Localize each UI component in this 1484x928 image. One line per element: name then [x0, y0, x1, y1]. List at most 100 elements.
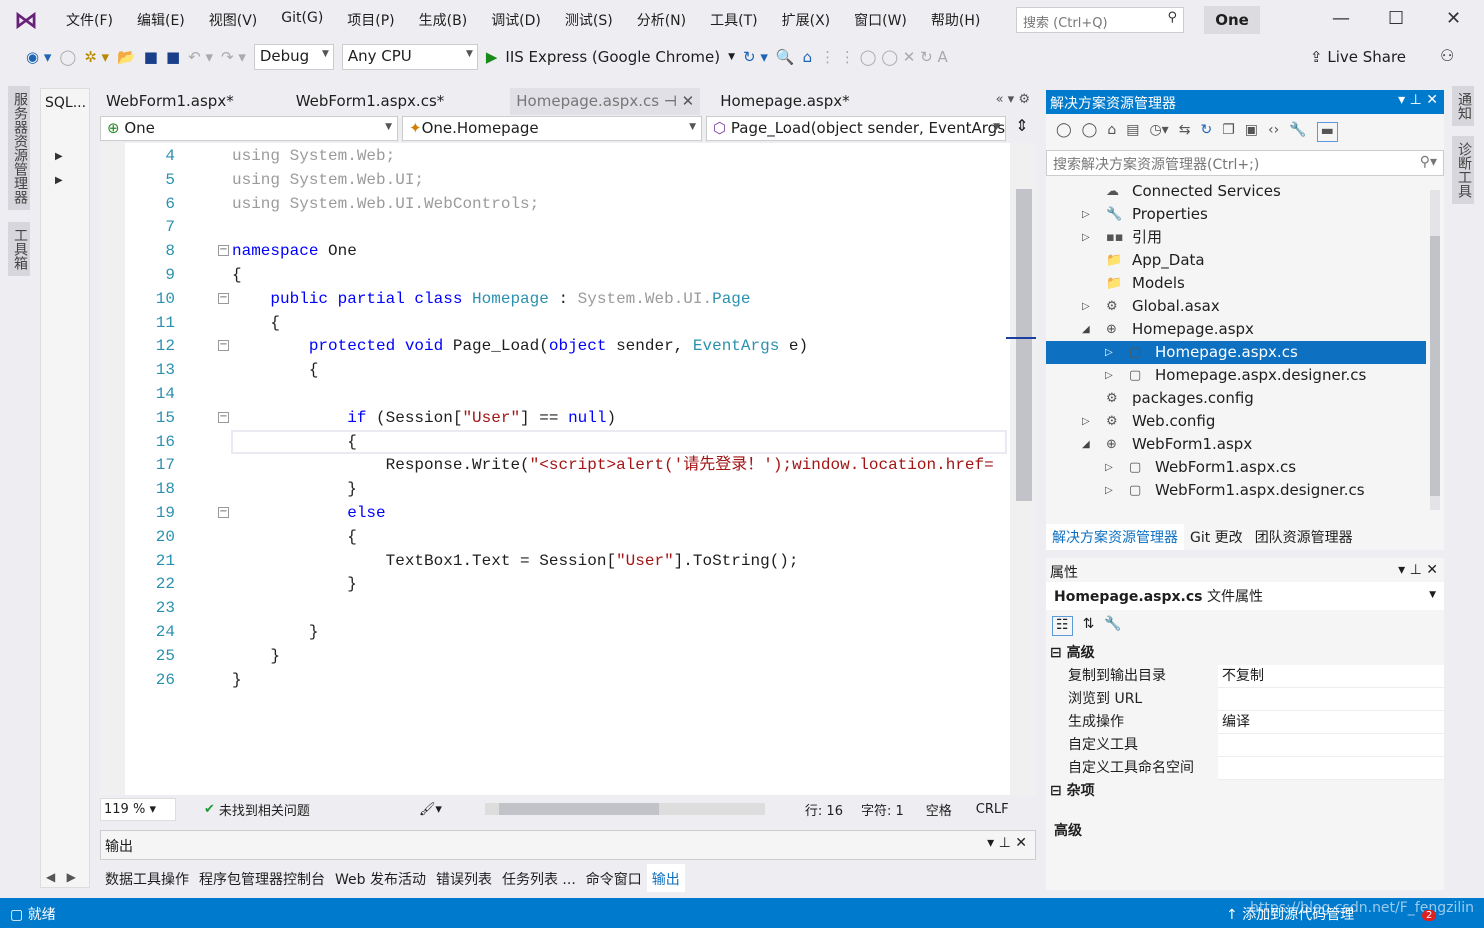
refresh-icon[interactable]: ↻ ▾	[743, 48, 768, 66]
open-file-icon[interactable]: 📂	[117, 48, 136, 66]
brush-icon[interactable]: 🖌▾	[419, 802, 485, 817]
collapsed-arrow-icon[interactable]: ▷	[1105, 364, 1113, 387]
menu-item[interactable]: 编辑(E)	[125, 10, 197, 30]
solution-explorer-tab[interactable]: 解决方案资源管理器	[1046, 524, 1184, 550]
collapsed-arrow-icon[interactable]: ▷	[1082, 203, 1090, 226]
collapse-icon[interactable]: −	[218, 411, 229, 423]
platform-dropdown[interactable]: Any CPU ▼	[341, 44, 478, 70]
tree-item[interactable]: ▷ ⚙ Web.config	[1046, 410, 1426, 433]
switch-views-icon[interactable]: ▤	[1126, 122, 1139, 142]
categorized-icon[interactable]: ☷	[1052, 616, 1073, 636]
menu-item[interactable]: 工具(T)	[698, 10, 769, 30]
tree-item[interactable]: ▷ ⚙ Global.asax	[1046, 295, 1426, 318]
collapse-all-icon[interactable]: ❐	[1222, 122, 1235, 142]
close-window-button[interactable]: ✕	[1446, 8, 1461, 29]
collapsed-arrow-icon[interactable]: ▷	[1082, 295, 1090, 318]
tree-item[interactable]: ◢ ⊕ WebForm1.aspx	[1046, 433, 1426, 456]
properties-object-selector[interactable]: Homepage.aspx.cs 文件属性 ▼	[1046, 582, 1444, 610]
code-area[interactable]: 4 using System.Web; 5 using System.Web.UI; 6…	[100, 143, 1036, 795]
hscroll-thumb[interactable]	[498, 803, 659, 815]
tree-item[interactable]: ⚙ packages.config	[1046, 387, 1426, 410]
back-icon[interactable]: ◉ ▾	[26, 48, 51, 66]
bottom-tab[interactable]: 错误列表	[431, 864, 497, 892]
collapsed-arrow-icon[interactable]: ▷	[1105, 479, 1113, 502]
property-row[interactable]: 自定义工具命名空间	[1046, 757, 1444, 780]
solution-explorer-tab[interactable]: Git 更改	[1184, 524, 1249, 550]
back-icon[interactable]: ◯	[1056, 122, 1072, 142]
panel-controls[interactable]: ▾ ⊥ ✕	[1398, 92, 1438, 108]
pending-changes-icon[interactable]: ◷▾	[1149, 122, 1168, 142]
menu-item[interactable]: 生成(B)	[407, 10, 480, 30]
tab-document[interactable]: Homepage.aspx.cs ⊣ ✕	[510, 88, 701, 115]
property-row[interactable]: 复制到输出目录 不复制	[1046, 665, 1444, 688]
notifications-tab[interactable]: 通知	[1452, 86, 1474, 126]
vertical-scrollbar[interactable]	[1006, 143, 1036, 795]
property-pages-icon[interactable]: 🔧	[1104, 616, 1121, 636]
menu-item[interactable]: 文件(F)	[54, 10, 125, 30]
refresh-icon[interactable]: ↻	[1200, 122, 1212, 142]
menu-item[interactable]: 测试(S)	[553, 10, 625, 30]
collapsed-arrow-icon[interactable]: ▷	[1082, 410, 1090, 433]
expand-icons[interactable]: ▶ ▶	[41, 117, 89, 221]
tree-item[interactable]: ▷ ▢ Homepage.aspx.designer.cs	[1046, 364, 1426, 387]
sync-icon[interactable]: ⇆	[1179, 122, 1191, 142]
minimize-button[interactable]: —	[1332, 8, 1350, 29]
solution-name-badge[interactable]: One	[1204, 6, 1260, 34]
split-editor-icon[interactable]: ⇕	[1010, 116, 1034, 142]
menu-item[interactable]: 扩展(X)	[770, 10, 843, 30]
menu-item[interactable]: Git(G)	[269, 10, 335, 30]
whitespace-indicator[interactable]: 空格	[926, 800, 952, 819]
tree-item[interactable]: 📁 App_Data	[1046, 249, 1426, 272]
menu-item[interactable]: 视图(V)	[197, 10, 270, 30]
menu-item[interactable]: 调试(D)	[479, 10, 553, 30]
property-row[interactable]: 生成操作 编译	[1046, 711, 1444, 734]
feedback-icon[interactable]: ⚇	[1440, 46, 1454, 65]
play-icon[interactable]: ▶	[486, 48, 498, 66]
menu-item[interactable]: 项目(P)	[335, 10, 406, 30]
tree-item[interactable]: 📁 Models	[1046, 272, 1426, 295]
class-dropdown[interactable]: ✦One.Homepage ▼	[402, 116, 702, 141]
property-value[interactable]	[1218, 757, 1444, 780]
collapsed-arrow-icon[interactable]: ▷	[1105, 341, 1113, 364]
tree-item[interactable]: ▷ 🔧 Properties	[1046, 203, 1426, 226]
bottom-tab[interactable]: Web 发布活动	[330, 864, 431, 892]
redo-icon[interactable]: ↷ ▾	[221, 48, 246, 66]
undo-icon[interactable]: ↶ ▾	[188, 48, 213, 66]
save-icon[interactable]: ■	[144, 48, 158, 66]
menu-item[interactable]: 帮助(H)	[919, 10, 992, 30]
search-input[interactable]: 搜索 (Ctrl+Q) ⚲	[1016, 7, 1184, 33]
tab-document[interactable]: WebForm1.aspx.cs*	[290, 88, 451, 115]
maximize-button[interactable]: ☐	[1388, 8, 1404, 29]
view-code-icon[interactable]: ‹›	[1268, 122, 1279, 142]
collapse-icon[interactable]: −	[218, 292, 229, 304]
menu-item[interactable]: 窗口(W)	[842, 10, 919, 30]
browser-link-icon[interactable]: ⌂	[803, 48, 813, 66]
configuration-dropdown[interactable]: Debug ▼	[253, 44, 334, 70]
tab-document[interactable]: Homepage.aspx*	[714, 88, 855, 115]
tree-scrollbar[interactable]	[1430, 190, 1440, 510]
tree-item[interactable]: ▷ ▢ Homepage.aspx.cs	[1046, 341, 1426, 364]
property-row[interactable]: 浏览到 URL	[1046, 688, 1444, 711]
property-category[interactable]: ⊟ 杂项	[1046, 780, 1444, 803]
tree-item[interactable]: ☁ Connected Services	[1046, 180, 1426, 203]
bottom-tab[interactable]: 程序包管理器控制台	[194, 864, 330, 892]
menu-item[interactable]: 分析(N)	[625, 10, 698, 30]
solution-search-input[interactable]: 搜索解决方案资源管理器(Ctrl+;) ⚲▾	[1046, 150, 1444, 176]
toolbox-tab[interactable]: 工具箱	[8, 222, 30, 276]
collapse-icon[interactable]: ⊟	[1050, 783, 1067, 799]
collapse-icon[interactable]: ⊟	[1050, 645, 1067, 661]
collapsed-arrow-icon[interactable]: ▷	[1105, 456, 1113, 479]
property-row[interactable]: 自定义工具	[1046, 734, 1444, 757]
run-button[interactable]: IIS Express (Google Chrome)	[505, 48, 720, 66]
property-value[interactable]	[1218, 734, 1444, 757]
find-in-files-icon[interactable]: 🔍	[776, 48, 795, 66]
collapse-icon[interactable]: −	[218, 245, 229, 257]
preview-icon[interactable]: ▬	[1316, 122, 1338, 142]
new-project-icon[interactable]: ✲ ▾	[84, 48, 109, 66]
solution-explorer-tab[interactable]: 团队资源管理器	[1249, 524, 1359, 550]
tab-scroll-arrows[interactable]: ◀ ▶	[46, 870, 76, 884]
tree-item[interactable]: ◢ ⊕ Homepage.aspx	[1046, 318, 1426, 341]
scrollbar-thumb[interactable]	[1016, 189, 1032, 501]
bottom-tab[interactable]: 数据工具操作	[100, 864, 194, 892]
horizontal-scrollbar[interactable]	[484, 803, 765, 815]
